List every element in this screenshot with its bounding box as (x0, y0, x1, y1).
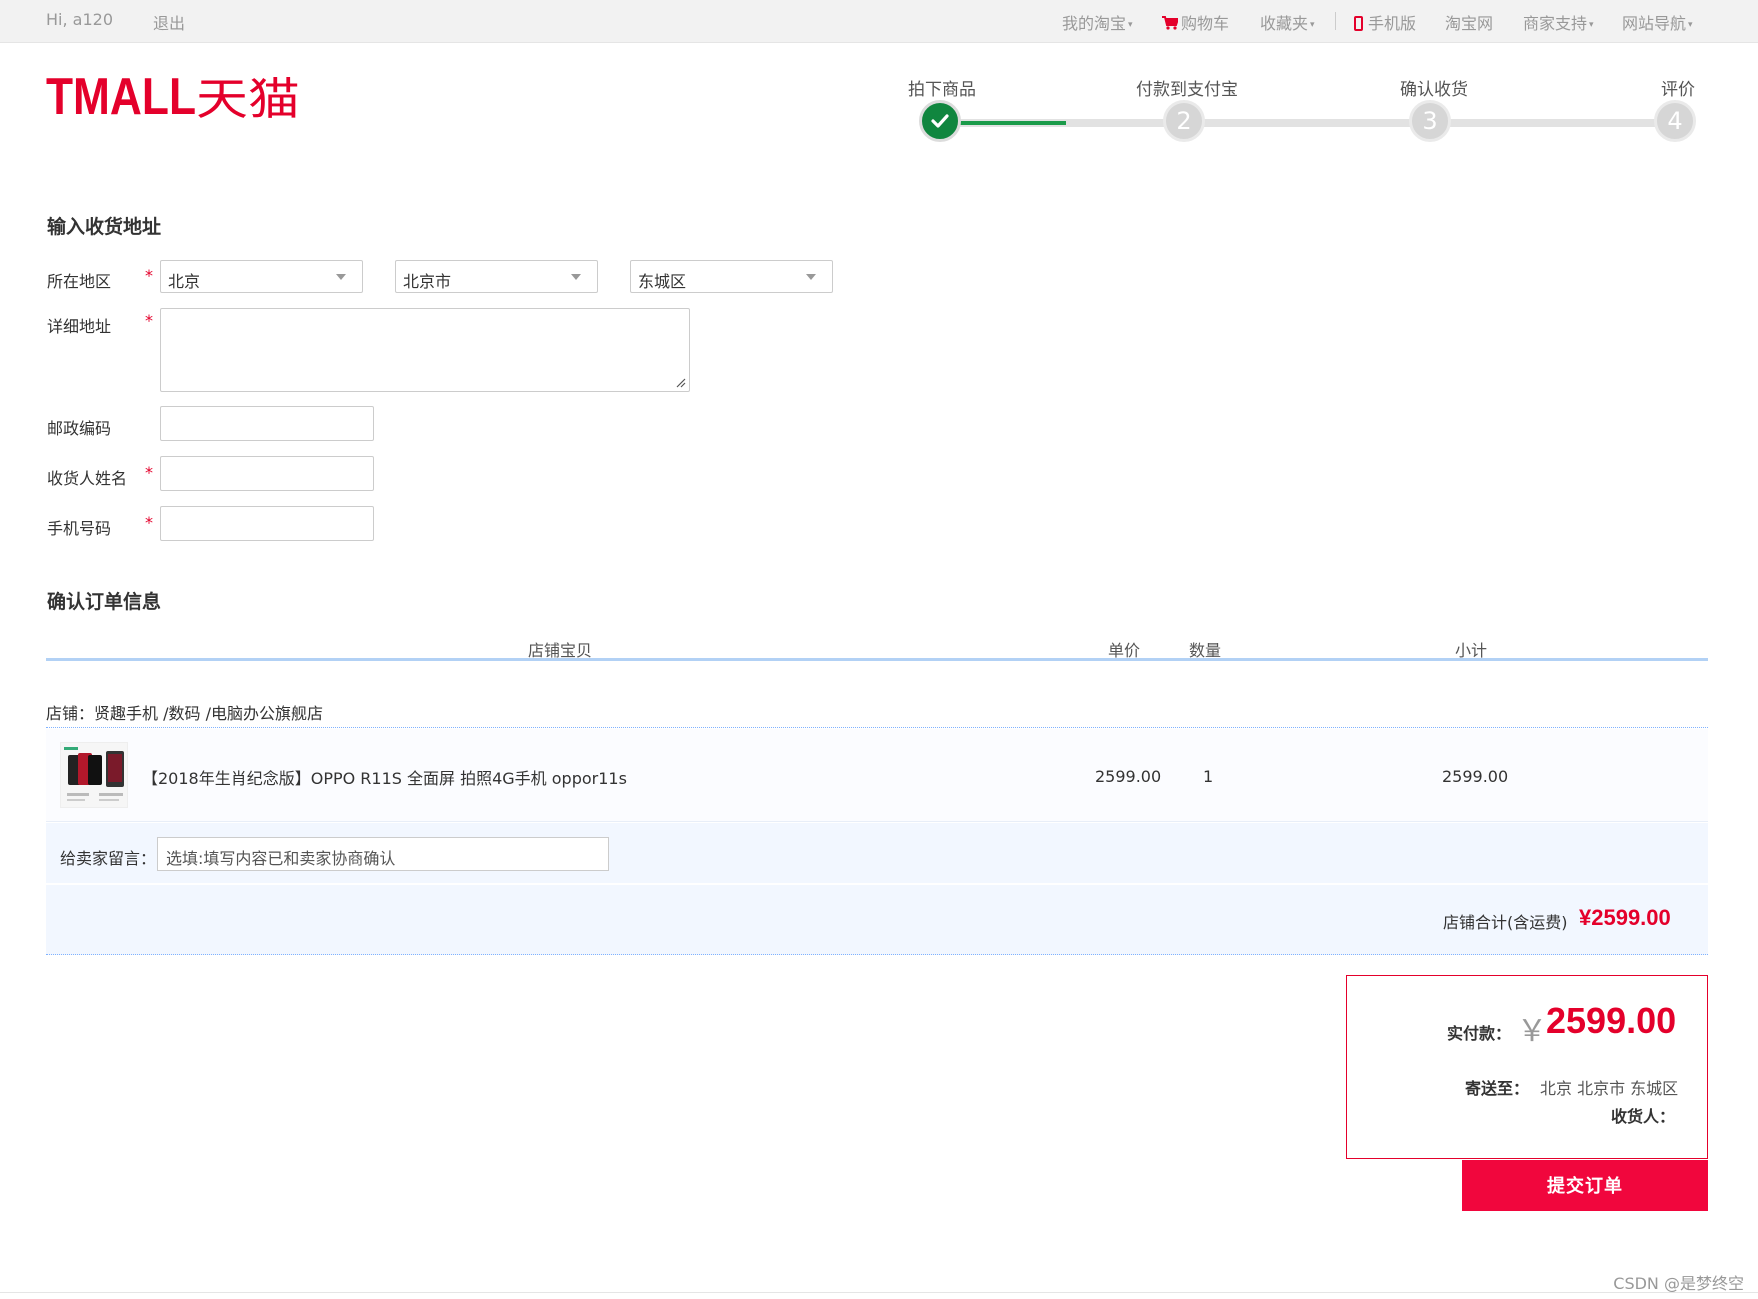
chevron-down-icon: ▾ (1310, 19, 1315, 30)
postcode-label: 邮政编码 (47, 419, 112, 438)
logo-text-cn: 天猫 (196, 74, 300, 122)
seller-message-placeholder: 选填:填写内容已和卖家协商确认 (166, 849, 396, 868)
city-value: 北京市 (403, 272, 452, 291)
divider (46, 727, 1708, 728)
payment-summary: 实付款： ￥ 2599.00 寄送至： 北京 北京市 东城区 收货人： (1346, 975, 1708, 1159)
shop-name[interactable]: 店铺：贤趣手机 /数码 /电脑办公旗舰店 (46, 700, 323, 724)
district-select[interactable]: 东城区 (630, 260, 833, 293)
nav-mobile[interactable]: 手机版 (1354, 10, 1416, 34)
pay-label: 实付款： (1447, 1024, 1512, 1043)
shop-total-value: ¥2599.00 (1579, 905, 1671, 930)
required-mark: * (145, 463, 153, 482)
step-2-circle: 2 (1163, 100, 1205, 142)
product-image (61, 743, 127, 807)
chevron-down-icon (336, 274, 346, 280)
resize-handle-icon[interactable] (676, 378, 686, 388)
step-3-circle: 3 (1409, 100, 1451, 142)
nav-cart-label: 购物车 (1181, 14, 1230, 33)
seller-message-input[interactable]: 选填:填写内容已和卖家协商确认 (157, 837, 609, 871)
logout-link[interactable]: 退出 (153, 10, 185, 34)
divider (46, 954, 1708, 955)
required-mark: * (145, 266, 153, 285)
district-value: 东城区 (638, 272, 687, 291)
step-1-label: 拍下商品 (908, 80, 976, 100)
submit-order-button[interactable]: 提交订单 (1462, 1160, 1708, 1211)
detail-address-textarea[interactable] (160, 308, 690, 392)
step-2-label: 付款到支付宝 (1136, 80, 1238, 100)
order-section-title: 确认订单信息 (47, 591, 162, 613)
product-subtotal: 2599.00 (1442, 767, 1509, 786)
address-section-title: 输入收货地址 (47, 216, 162, 238)
product-qty: 1 (1203, 767, 1214, 786)
region-label: 所在地区 (47, 272, 112, 291)
ship-to-label: 寄送至： (1465, 1079, 1530, 1098)
phone-label: 手机号码 (47, 519, 112, 538)
nav-favorites[interactable]: 收藏夹 ▾ (1260, 10, 1315, 34)
chevron-down-icon (806, 274, 816, 280)
table-header-line (46, 658, 1708, 661)
phone-icon (1354, 16, 1363, 31)
postcode-input[interactable] (160, 406, 374, 441)
province-value: 北京 (168, 272, 201, 291)
chevron-down-icon: ▾ (1589, 19, 1594, 30)
product-price: 2599.00 (1095, 767, 1162, 786)
province-select[interactable]: 北京 (160, 260, 363, 293)
step-1-circle (919, 100, 961, 142)
nav-mobile-label: 手机版 (1368, 14, 1417, 33)
receiver-name-label: 收货人姓名 (47, 469, 128, 488)
receiver-name-input[interactable] (160, 456, 374, 491)
city-select[interactable]: 北京市 (395, 260, 598, 293)
nav-taobao[interactable]: 淘宝网 (1445, 10, 1493, 34)
nav-merchant-support[interactable]: 商家支持 ▾ (1523, 10, 1594, 34)
shop-total-label: 店铺合计(含运费) (1443, 913, 1568, 932)
nav-cart[interactable]: 购物车 (1162, 10, 1229, 34)
check-icon (931, 114, 949, 128)
required-mark: * (145, 311, 153, 330)
nav-my-taobao-label: 我的淘宝 (1062, 14, 1127, 33)
chevron-down-icon: ▾ (1128, 19, 1133, 30)
detail-address-label: 详细地址 (47, 317, 112, 336)
logo-text-latin: TMALL (46, 70, 196, 122)
seller-message-label: 给卖家留言： (60, 849, 157, 868)
nav-site-nav[interactable]: 网站导航 ▾ (1622, 10, 1693, 34)
currency-symbol: ￥ (1517, 1014, 1547, 1049)
greeting-text: Hi, a120 (46, 10, 113, 29)
required-mark: * (145, 513, 153, 532)
step-3-label: 确认收货 (1400, 80, 1468, 100)
nav-site-nav-label: 网站导航 (1622, 14, 1687, 33)
pay-amount: 2599.00 (1546, 1000, 1677, 1041)
step-4-circle: 4 (1654, 100, 1696, 142)
product-thumbnail[interactable] (60, 742, 128, 808)
nav-merchant-label: 商家支持 (1523, 14, 1588, 33)
top-bar: Hi, a120 退出 我的淘宝 ▾ 购物车 收藏夹 ▾ 手机版 淘宝网 商家支持 ▾… (0, 0, 1758, 43)
chevron-down-icon: ▾ (1688, 19, 1693, 30)
nav-my-taobao[interactable]: 我的淘宝 ▾ (1062, 10, 1133, 34)
watermark: CSDN @是梦终空 (1613, 1274, 1744, 1293)
product-name[interactable]: 【2018年生肖纪念版】OPPO R11S 全面屏 拍照4G手机 oppor11… (142, 765, 627, 789)
tmall-logo[interactable]: TMALL 天猫 (46, 70, 306, 122)
chevron-down-icon (571, 274, 581, 280)
cart-icon (1162, 16, 1178, 30)
nav-favorites-label: 收藏夹 (1260, 14, 1309, 33)
divider (1335, 12, 1336, 30)
ship-to-value: 北京 北京市 东城区 (1540, 1079, 1679, 1098)
footer-divider (0, 1292, 1758, 1293)
receiver-label: 收货人： (1611, 1107, 1676, 1126)
phone-input[interactable] (160, 506, 374, 541)
step-4-label: 评价 (1661, 80, 1695, 100)
